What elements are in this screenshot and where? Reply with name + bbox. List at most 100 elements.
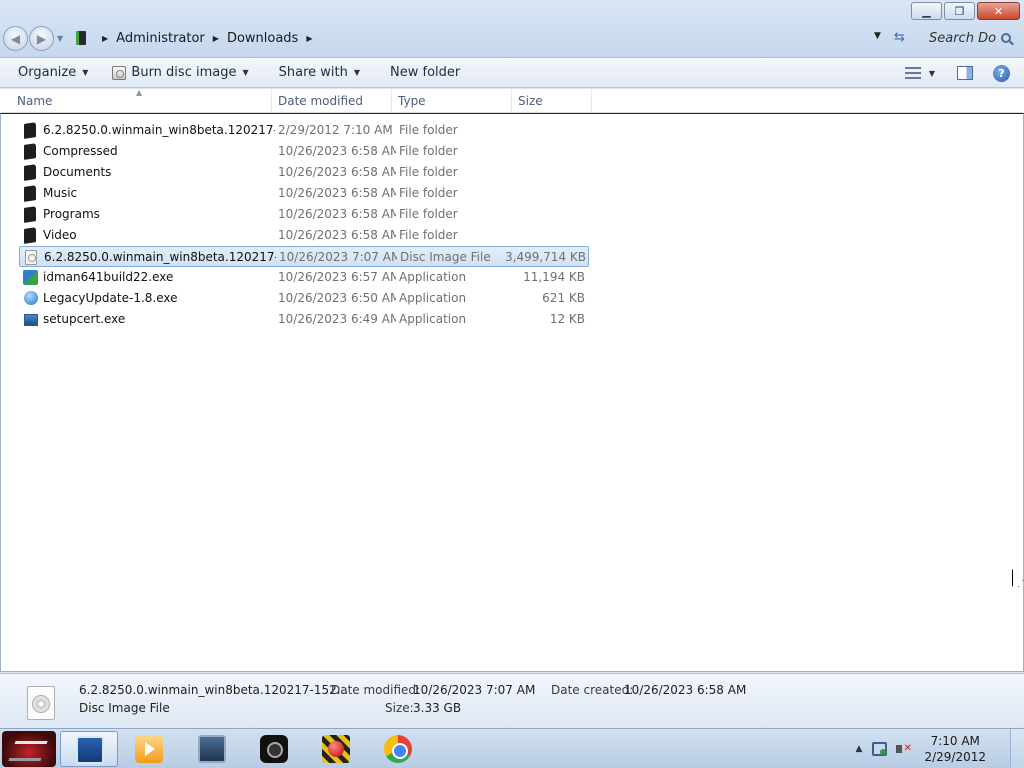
details-date-modified-label: Date modified:: [331, 683, 421, 697]
folder-icon: [24, 206, 36, 223]
column-header-date-modified[interactable]: Date modified: [272, 89, 392, 113]
change-view-icon[interactable]: [904, 67, 921, 79]
column-header-type[interactable]: Type: [392, 89, 512, 113]
new-folder-button[interactable]: New folder: [380, 60, 470, 86]
back-button[interactable]: ◀: [3, 26, 28, 51]
file-date: 10/26/2023 6:58 AM: [278, 207, 396, 221]
folder-icon: [24, 227, 36, 244]
taskbar-recorder[interactable]: [307, 731, 365, 767]
column-header-size[interactable]: Size: [512, 89, 592, 113]
search-icon[interactable]: [1001, 33, 1011, 43]
chevron-down-icon: ▼: [353, 68, 361, 77]
setup-icon: [24, 314, 38, 326]
address-dropdown-icon[interactable]: ▼: [874, 31, 881, 41]
breadcrumb-separator[interactable]: ▶: [102, 34, 108, 43]
burn-disc-image-button[interactable]: Burn disc image ▼: [102, 60, 258, 86]
forward-button[interactable]: ▶: [29, 26, 54, 51]
file-row[interactable]: LegacyUpdate-1.8.exe 10/26/2023 6:50 AM …: [19, 288, 589, 309]
search-input[interactable]: Search Do...: [929, 31, 997, 46]
minimize-icon: ▁: [922, 4, 931, 18]
restore-button[interactable]: ❐: [944, 2, 975, 20]
details-date-modified: 10/26/2023 7:07 AM: [413, 683, 536, 697]
details-date-created: 10/26/2023 6:58 AM: [624, 683, 747, 697]
file-date: 10/26/2023 6:49 AM: [278, 312, 396, 326]
file-size: [499, 141, 585, 162]
show-desktop-button[interactable]: [1010, 729, 1024, 768]
minimize-button[interactable]: ▁: [911, 2, 942, 20]
address-bar[interactable]: ▶ Administrator ▶ Downloads ▶: [72, 27, 887, 49]
close-button[interactable]: ✕: [977, 2, 1020, 20]
breadcrumb-separator[interactable]: ▶: [213, 34, 219, 43]
file-name: Music: [43, 186, 78, 200]
location-icon: [76, 31, 86, 45]
file-row[interactable]: idman641build22.exe 10/26/2023 6:57 AM A…: [19, 267, 589, 288]
folder-icon: [24, 143, 36, 160]
file-row[interactable]: Programs 10/26/2023 6:58 AM File folder: [19, 204, 589, 225]
taskbar-chrome[interactable]: [369, 731, 427, 767]
preview-pane-icon[interactable]: [957, 66, 973, 80]
search-box[interactable]: Search Do...: [922, 27, 1020, 49]
file-size: [499, 204, 585, 225]
volume-muted-icon[interactable]: [896, 742, 912, 756]
new-folder-label: New folder: [390, 65, 461, 80]
disc-image-thumbnail-icon: [27, 686, 55, 720]
file-row[interactable]: Compressed 10/26/2023 6:58 AM File folde…: [19, 141, 589, 162]
details-size-label: Size:: [385, 701, 414, 715]
navigation-buttons: ◀ ▶ ▼: [3, 26, 63, 51]
file-row[interactable]: Documents 10/26/2023 6:58 AM File folder: [19, 162, 589, 183]
file-row[interactable]: setupcert.exe 10/26/2023 6:49 AM Applica…: [19, 309, 589, 330]
file-list[interactable]: 6.2.8250.0.winmain_win8beta.120217-15...…: [0, 113, 1024, 672]
file-size: [499, 225, 585, 246]
file-date: 10/26/2023 6:57 AM: [278, 270, 396, 284]
file-name: 6.2.8250.0.winmain_win8beta.120217-15...: [44, 250, 276, 264]
file-date: 10/26/2023 6:58 AM: [278, 186, 396, 200]
details-date-created-label: Date created:: [551, 683, 634, 697]
details-file-name: 6.2.8250.0.winmain_win8beta.120217-152..…: [79, 683, 349, 697]
explorer-icon: [76, 736, 104, 764]
breadcrumb-separator[interactable]: ▶: [306, 34, 312, 43]
file-date: 2/29/2012 7:10 AM: [278, 123, 393, 137]
help-icon[interactable]: ?: [993, 64, 1010, 82]
file-date: 10/26/2023 6:50 AM: [278, 291, 396, 305]
taskbar-media-player[interactable]: [120, 731, 178, 767]
taskbar-explorer[interactable]: [60, 731, 118, 767]
file-size: [499, 162, 585, 183]
file-date: 10/26/2023 6:58 AM: [278, 165, 396, 179]
file-size: 3,499,714 KB: [505, 250, 586, 264]
title-bar: ▁ ❐ ✕ ◀ ▶ ▼ ▶ Administrator ▶ Downloads …: [0, 0, 1024, 58]
breadcrumb-downloads[interactable]: Downloads: [227, 31, 298, 46]
breadcrumb-administrator[interactable]: Administrator: [116, 31, 205, 46]
file-row[interactable]: 6.2.8250.0.winmain_win8beta.120217-15...…: [19, 120, 589, 141]
file-row-selected[interactable]: 6.2.8250.0.winmain_win8beta.120217-15...…: [19, 246, 589, 267]
system-tray: ▲ 7:10 AM 2/29/2012: [856, 729, 1024, 768]
column-headers: ▲ Name Date modified Type Size: [0, 88, 1024, 113]
file-name: Documents: [43, 165, 112, 179]
taskbar-camera[interactable]: [245, 731, 303, 767]
refresh-icon[interactable]: ⇆: [894, 30, 905, 45]
file-date: 10/26/2023 6:58 AM: [278, 144, 396, 158]
organize-button[interactable]: Organize ▼: [8, 60, 98, 86]
column-header-name[interactable]: Name: [11, 89, 272, 113]
file-size: 11,194 KB: [523, 270, 585, 284]
file-date: 10/26/2023 7:07 AM: [279, 250, 397, 264]
window-controls: ▁ ❐ ✕: [909, 2, 1020, 20]
recorder-icon: [322, 735, 350, 763]
file-name: Compressed: [43, 144, 118, 158]
folder-icon: [24, 185, 36, 202]
disc-burn-icon: [112, 65, 127, 80]
clock[interactable]: 7:10 AM 2/29/2012: [924, 733, 986, 765]
network-icon[interactable]: [872, 742, 888, 756]
taskbar-remote-desktop[interactable]: [183, 731, 241, 767]
show-hidden-icons-icon[interactable]: ▲: [856, 744, 863, 754]
recent-pages-dropdown[interactable]: ▼: [57, 34, 63, 43]
close-icon: ✕: [993, 4, 1004, 18]
share-label: Share with: [278, 65, 348, 80]
command-bar: Organize ▼ Burn disc image ▼ Share with …: [0, 58, 1024, 88]
start-button[interactable]: [2, 731, 56, 767]
disc-image-icon: [25, 250, 37, 265]
view-options-dropdown[interactable]: ▼: [929, 69, 935, 78]
file-row[interactable]: Video 10/26/2023 6:58 AM File folder: [19, 225, 589, 246]
file-row[interactable]: Music 10/26/2023 6:58 AM File folder: [19, 183, 589, 204]
share-with-button[interactable]: Share with ▼: [269, 60, 370, 86]
file-name: LegacyUpdate-1.8.exe: [43, 291, 178, 305]
